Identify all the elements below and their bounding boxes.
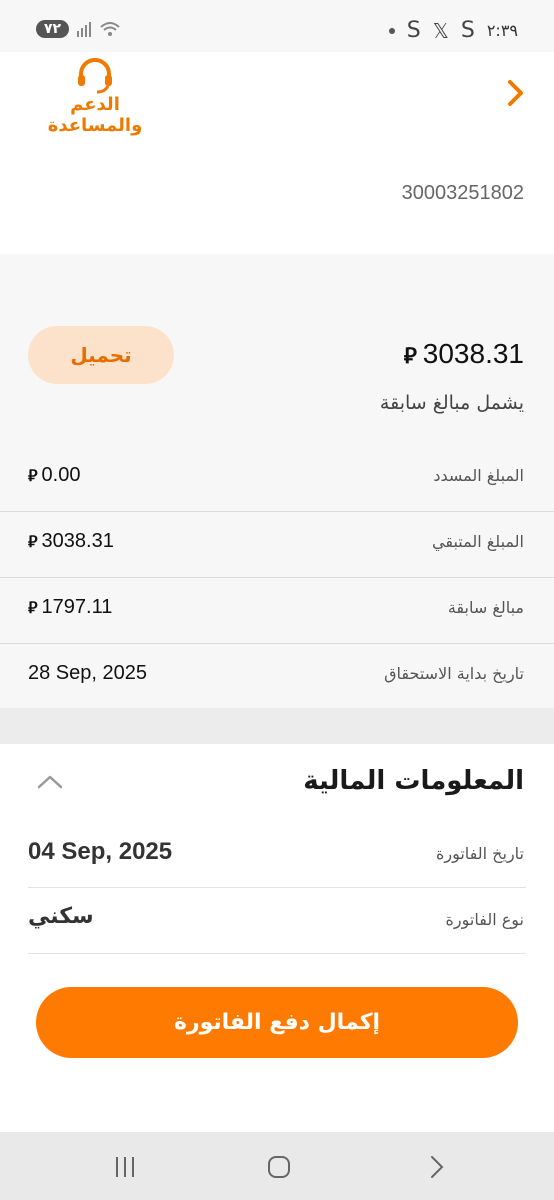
headset-icon (78, 58, 112, 94)
chevron-up-icon[interactable] (36, 774, 64, 790)
row-label: مبالغ سابقة (447, 598, 524, 617)
row-value-text: 3038.31 (41, 530, 114, 552)
row-label: نوع الفاتورة (445, 910, 524, 929)
row-value: 28 Sep, 2025 (28, 662, 147, 684)
bill-summary: تحميل ⃁ 3038.31 يشمل مبالغ سابقة المبلغ ا… (0, 254, 554, 710)
signal-icon (77, 21, 92, 37)
download-button[interactable]: تحميل (28, 326, 174, 384)
total-amount: ⃁ 3038.31 (404, 338, 524, 370)
includes-previous-note: يشمل مبالغ سابقة (379, 392, 524, 414)
wifi-icon (100, 22, 120, 36)
invoice-type-row: نوع الفاتورة سكني (28, 888, 526, 954)
complete-payment-button[interactable]: إكمال دفع الفاتورة (36, 987, 518, 1058)
s-app-icon: S (460, 18, 475, 43)
row-value: 04 Sep, 2025 (28, 838, 173, 865)
status-time: ٢:٣٩ (486, 21, 518, 40)
status-left: ٧٢ (36, 20, 121, 38)
section-title: المعلومات المالية (303, 766, 524, 796)
row-label: تاريخ الفاتورة (435, 844, 524, 863)
x-app-icon: 𝕏 (432, 18, 449, 43)
invoice-date-row: تاريخ الفاتورة 04 Sep, 2025 (28, 822, 526, 888)
due-start-date-row: تاريخ بداية الاستحقاق 28 Sep, 2025 (0, 644, 554, 710)
riyal-icon: ⃁ (28, 466, 38, 485)
financial-info-section: المعلومات المالية تاريخ الفاتورة 04 Sep,… (0, 744, 554, 1132)
row-label: المبلغ المتبقي (432, 532, 524, 551)
row-value-text: 0.00 (41, 464, 81, 486)
section-divider (0, 708, 554, 744)
row-value: ⃁ 3038.31 (28, 530, 114, 553)
battery-indicator: ٧٢ (36, 20, 70, 38)
row-label: المبلغ المسدد (433, 466, 524, 485)
chevron-right-icon[interactable] (506, 78, 526, 108)
home-icon[interactable] (266, 1154, 292, 1180)
account-number: 30003251802 (401, 182, 524, 204)
system-nav-bar (0, 1132, 554, 1200)
total-amount-value: 3038.31 (422, 338, 524, 369)
support-button[interactable]: الدعم والمساعدة (24, 58, 166, 136)
row-value-text: 1797.11 (41, 596, 113, 618)
riyal-icon: ⃁ (28, 532, 38, 551)
previous-amounts-row: مبالغ سابقة ⃁ 1797.11 (0, 578, 554, 644)
status-bar: ٧٢ S 𝕏 S ٢:٣٩ (0, 0, 554, 52)
paid-amount-row: المبلغ المسدد ⃁ 0.00 (0, 446, 554, 512)
recent-apps-icon[interactable] (112, 1154, 138, 1180)
remaining-amount-row: المبلغ المتبقي ⃁ 3038.31 (0, 512, 554, 578)
header: الدعم والمساعدة 30003251802 (0, 52, 554, 254)
riyal-icon: ⃁ (28, 598, 38, 617)
row-label: تاريخ بداية الاستحقاق (384, 664, 524, 683)
dot-icon (388, 27, 395, 34)
row-value: ⃁ 0.00 (28, 464, 80, 487)
s-app-icon: S (406, 18, 421, 43)
riyal-icon: ⃁ (403, 344, 417, 369)
support-label: الدعم والمساعدة (47, 94, 143, 136)
row-value: ⃁ 1797.11 (28, 596, 112, 619)
row-value: سكني (28, 904, 94, 929)
back-icon[interactable] (424, 1154, 450, 1180)
status-right: S 𝕏 S ٢:٣٩ (388, 18, 518, 43)
